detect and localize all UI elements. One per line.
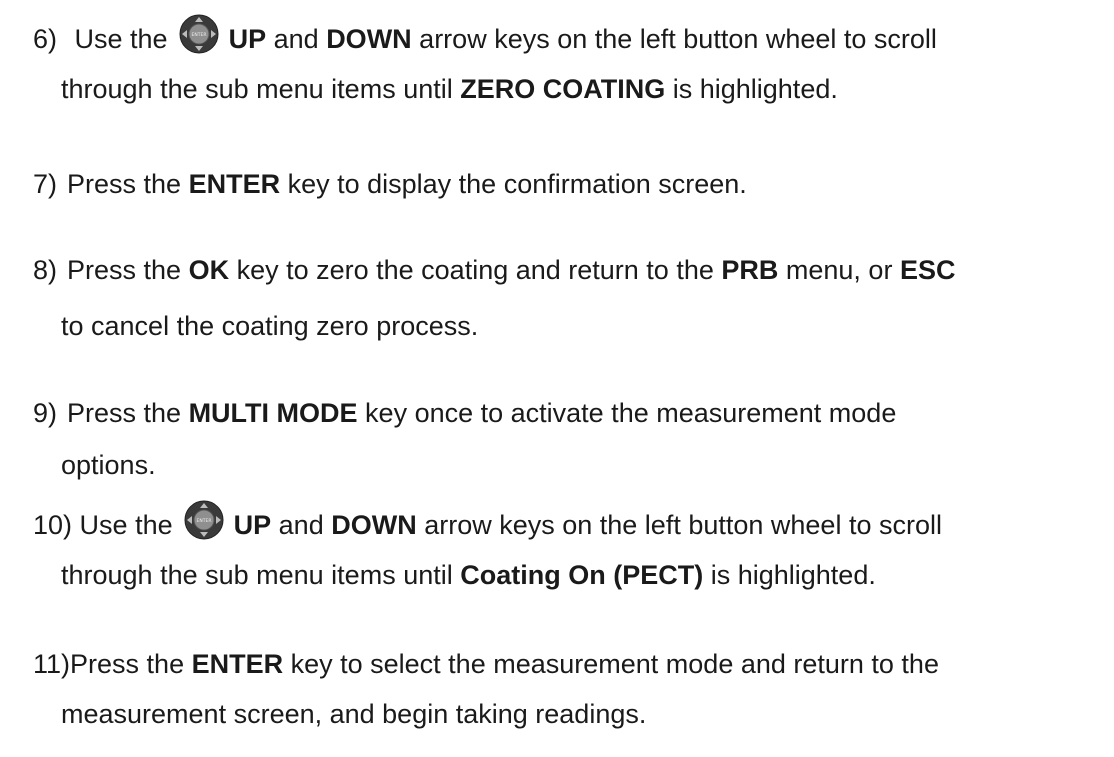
step-line: to cancel the coating zero process. <box>33 306 1103 346</box>
step-number: 8) <box>33 255 58 285</box>
step-text: Press the <box>67 169 189 199</box>
step-8: 8) Press the OK key to zero the coating a… <box>33 250 1103 346</box>
key-down: DOWN <box>326 24 412 54</box>
svg-text:ENTER: ENTER <box>197 518 212 524</box>
step-line: 9) Press the MULTI MODE key once to activ… <box>33 393 1103 433</box>
step-text: arrow keys on the left button wheel to s… <box>411 24 937 54</box>
step-text: measurement screen, and begin taking rea… <box>61 699 647 729</box>
step-text: to cancel the coating zero process. <box>61 311 479 341</box>
step-line: 8) Press the OK key to zero the coating a… <box>33 250 1103 290</box>
svg-text:ENTER: ENTER <box>192 32 207 38</box>
step-text: menu, or <box>778 255 900 285</box>
step-text: and <box>271 510 332 540</box>
step-line: through the sub menu items until Coating… <box>33 555 1103 595</box>
key-esc: ESC <box>899 255 956 285</box>
key-multi-mode: MULTI MODE <box>188 398 358 428</box>
step-line: 7) Press the ENTER key to display the con… <box>33 164 1103 204</box>
menu-item-coating-on-pect: Coating On (PECT) <box>460 560 704 590</box>
manual-page: 6) Use the ENTER UP and DOWN arrow keys … <box>0 0 1114 757</box>
menu-prb: PRB <box>721 255 779 285</box>
step-11: 11)Press the ENTER key to select the mea… <box>33 644 1103 734</box>
key-up: UP <box>233 510 272 540</box>
step-9: 9) Press the MULTI MODE key once to activ… <box>33 393 1103 485</box>
step-text: key once to activate the measurement mod… <box>357 398 897 428</box>
step-number: 6) <box>33 24 58 54</box>
step-text: arrow keys on the left button wheel to s… <box>416 510 942 540</box>
step-number: 7) <box>33 169 58 199</box>
step-text: key to select the measurement mode and r… <box>283 649 939 679</box>
enter-wheel-icon: ENTER <box>184 500 224 540</box>
enter-wheel-icon: ENTER <box>179 14 219 54</box>
step-number: 11) <box>33 649 71 679</box>
key-ok: OK <box>188 255 230 285</box>
step-text: Use the <box>74 24 168 54</box>
key-enter: ENTER <box>188 169 281 199</box>
step-line: 11)Press the ENTER key to select the mea… <box>33 644 1103 684</box>
step-text: is highlighted. <box>703 560 876 590</box>
step-text: options. <box>61 450 156 480</box>
step-line: through the sub menu items until ZERO CO… <box>33 69 1103 109</box>
step-text: key to display the confirmation screen. <box>280 169 747 199</box>
menu-item-zero-coating: ZERO COATING <box>460 74 666 104</box>
step-text: Press the <box>67 398 189 428</box>
step-text: is highlighted. <box>665 74 838 104</box>
step-7: 7) Press the ENTER key to display the con… <box>33 164 1103 204</box>
step-text: through the sub menu items until <box>61 560 461 590</box>
step-text: Press the <box>70 649 192 679</box>
step-number: 10) <box>33 510 73 540</box>
step-line: 6) Use the ENTER UP and DOWN arrow keys … <box>33 14 1103 59</box>
step-text: key to zero the coating and return to th… <box>229 255 722 285</box>
step-text: through the sub menu items until <box>61 74 461 104</box>
key-down: DOWN <box>331 510 417 540</box>
step-10: 10) Use the ENTER UP and DOWN arrow keys… <box>33 500 1103 595</box>
step-6: 6) Use the ENTER UP and DOWN arrow keys … <box>33 14 1103 109</box>
key-enter: ENTER <box>191 649 284 679</box>
step-line: 10) Use the ENTER UP and DOWN arrow keys… <box>33 500 1103 545</box>
step-number: 9) <box>33 398 58 428</box>
key-up: UP <box>228 24 267 54</box>
step-text: and <box>266 24 327 54</box>
step-line: measurement screen, and begin taking rea… <box>33 694 1103 734</box>
step-text: Use the <box>79 510 173 540</box>
step-text: Press the <box>67 255 189 285</box>
step-line: options. <box>33 445 1103 485</box>
